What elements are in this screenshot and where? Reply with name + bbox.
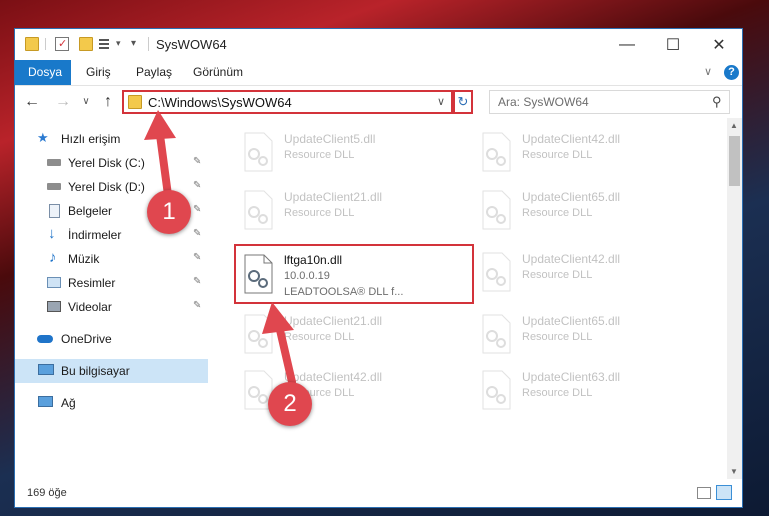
callout-badge-1: 1	[147, 190, 191, 234]
arrow-2	[262, 302, 296, 386]
arrow-1	[144, 110, 176, 199]
callout-arrows	[144, 110, 296, 386]
callout-badge-2: 2	[268, 382, 312, 426]
